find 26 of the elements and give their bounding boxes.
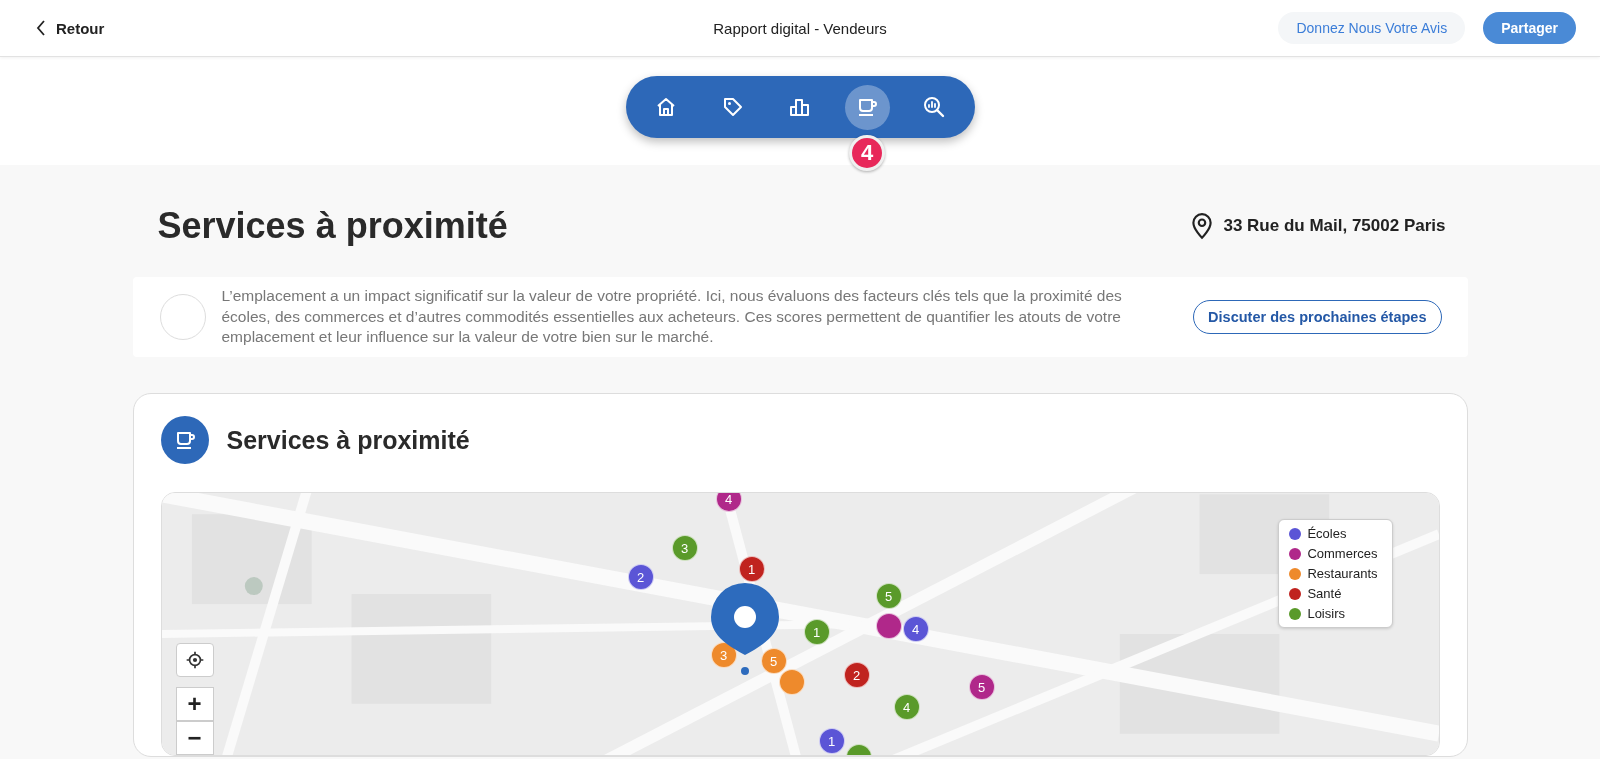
- tag-icon: [721, 95, 745, 119]
- cup-icon: [160, 416, 209, 464]
- section-heading: Services à proximité: [157, 205, 508, 247]
- legend-label: Santé: [1307, 586, 1342, 601]
- share-button[interactable]: Partager: [1483, 12, 1576, 44]
- intro-paragraph: L’emplacement a un impact significatif sur la valeur de votre propriété. Ici, nous évaluons des facteurs clés tels que la proximité des écoles, des commerces et d’autres commodités essentielles aux acheteurs. Ces scores permettent de quantifier les atouts de votre emplacement et leur influence sur la valeur de votre bien sur le marché.: [221, 286, 1123, 348]
- location-pin-icon: [1191, 212, 1214, 240]
- step-badge: 4: [849, 134, 885, 171]
- chevron-left-icon: [36, 20, 46, 36]
- card-title: Services à proximité: [226, 425, 470, 455]
- legend-label: Loisirs: [1307, 606, 1345, 621]
- back-link[interactable]: Retour: [36, 19, 105, 37]
- page-title: Rapport digital - Vendeurs: [712, 19, 888, 37]
- locate-button[interactable]: [175, 643, 214, 677]
- property-pin-icon: [708, 581, 781, 677]
- legend-label: Restaurants: [1307, 566, 1378, 581]
- map[interactable]: 4 3 2 1 5 1 4 3 5 2 5 4 1 Écoles Commerces Restaurants Santé Loisirs + −: [160, 492, 1440, 756]
- next-steps-button[interactable]: Discuter des prochaines étapes: [1193, 300, 1442, 334]
- legend-label: Commerces: [1307, 546, 1378, 561]
- search-icon: [922, 95, 946, 119]
- legend-label: Écoles: [1307, 526, 1347, 541]
- zoom-out-button[interactable]: −: [175, 721, 214, 755]
- crosshair-icon: [184, 650, 205, 670]
- feedback-button[interactable]: Donnez Nous Votre Avis: [1278, 12, 1466, 44]
- address-text: 33 Rue du Mail, 75002 Paris: [1223, 216, 1446, 236]
- zoom-in-button[interactable]: +: [175, 687, 214, 721]
